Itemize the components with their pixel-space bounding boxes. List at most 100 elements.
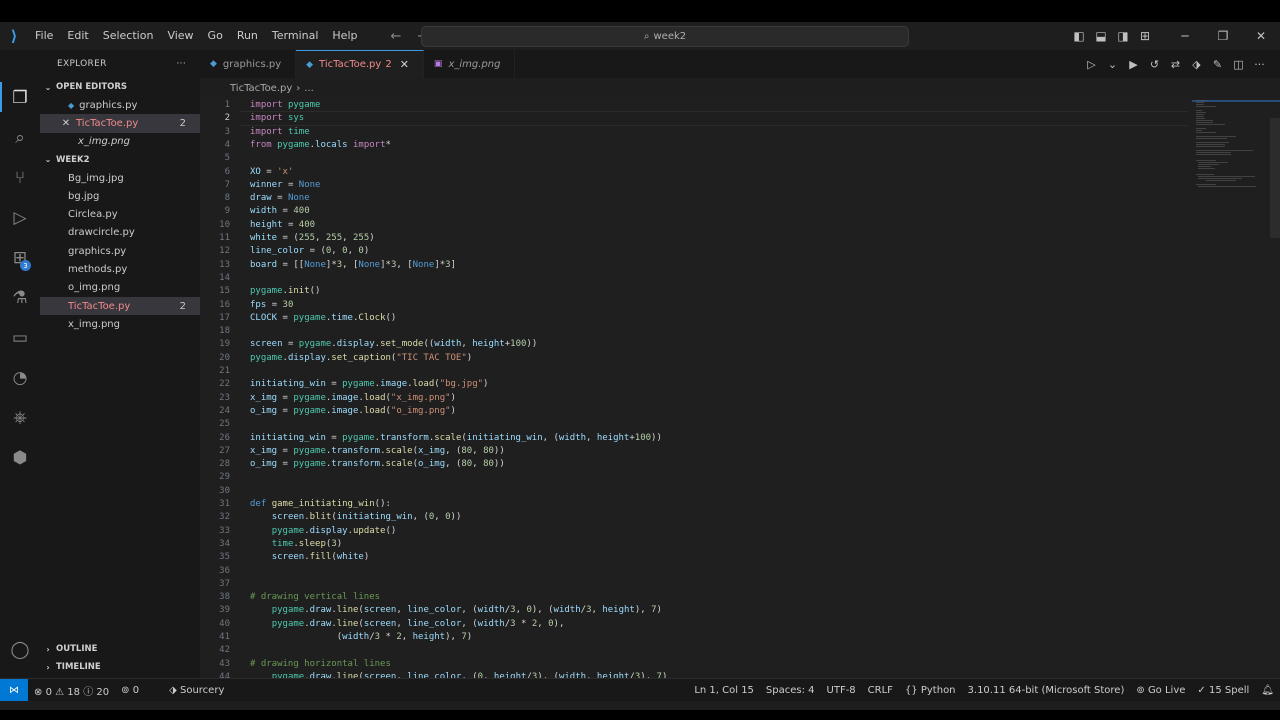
menu-view[interactable]: View <box>160 22 200 50</box>
code-line[interactable]: 3 import time <box>200 126 1180 139</box>
open-editor-item[interactable]: ◆ graphics.py <box>40 96 200 114</box>
code-line[interactable]: 10 height = 400 <box>200 219 1180 232</box>
code-line[interactable]: 43 # drawing horizontal lines <box>200 658 1180 671</box>
code-line[interactable]: 14 <box>200 272 1180 285</box>
file-item[interactable]: bg.jpg <box>40 187 200 205</box>
code-editor[interactable]: 1 import pygame 2 import sys 3 import time 4 fr… <box>200 98 1280 678</box>
code-line[interactable]: 8 draw = None <box>200 192 1180 205</box>
code-line[interactable]: 28 o_img = pygame.transform.scale(o_img, … <box>200 458 1180 471</box>
history-icon[interactable]: ↺ <box>1144 58 1165 71</box>
code-line[interactable]: 22 initiating_win = pygame.image.load("bg… <box>200 378 1180 391</box>
remote-explorer-icon[interactable]: ⎈ <box>8 406 32 430</box>
toggle-primary-sidebar-icon[interactable]: ◧ <box>1068 29 1090 43</box>
code-line[interactable]: 13 board = [[None]*3, [None]*3, [None]*3] <box>200 259 1180 272</box>
customize-layout-icon[interactable]: ⊞ <box>1134 29 1156 43</box>
indentation[interactable]: Spaces: 4 <box>760 685 821 696</box>
folder-icon[interactable]: ▭ <box>8 326 32 350</box>
code-line[interactable]: 16 fps = 30 <box>200 299 1180 312</box>
end-of-line[interactable]: CRLF <box>862 685 899 696</box>
code-line[interactable]: 1 import pygame <box>200 99 1180 112</box>
timeline-icon[interactable]: ◔ <box>8 366 32 390</box>
menu-selection[interactable]: Selection <box>96 22 161 50</box>
back-arrow-icon[interactable]: ← <box>382 29 409 44</box>
file-item[interactable]: graphics.py <box>40 242 200 260</box>
code-line[interactable]: 4 from pygame.locals import* <box>200 139 1180 152</box>
code-line[interactable]: 17 CLOCK = pygame.time.Clock() <box>200 312 1180 325</box>
sourcery-status[interactable]: ⬗ Sourcery <box>163 685 230 696</box>
spell-check[interactable]: ✓ 15 Spell <box>1191 685 1255 696</box>
go-live-button[interactable]: ⊚ Go Live <box>1130 685 1191 696</box>
file-item-active[interactable]: TicTacToe.py 2 <box>40 296 200 316</box>
hexagon-extension-icon[interactable]: ⬢ <box>8 446 32 470</box>
vertical-scrollbar[interactable] <box>1270 118 1280 238</box>
notifications-bell-icon[interactable]: 🔔︎ <box>1255 685 1280 696</box>
pen-icon[interactable]: ✎ <box>1207 58 1228 71</box>
restore-icon[interactable]: ❐ <box>1204 29 1242 43</box>
file-item[interactable]: drawcircle.py <box>40 224 200 242</box>
menu-edit[interactable]: Edit <box>60 22 95 50</box>
file-item[interactable]: x_img.png <box>40 315 200 333</box>
open-editor-item-active[interactable]: ✕ TicTacToe.py 2 <box>40 114 200 133</box>
code-line[interactable]: 19 screen = pygame.display.set_mode((widt… <box>200 338 1180 351</box>
code-line[interactable]: 7 winner = None <box>200 179 1180 192</box>
code-line[interactable]: 26 initiating_win = pygame.transform.scal… <box>200 432 1180 445</box>
account-icon[interactable]: ◯ <box>8 638 32 662</box>
code-line[interactable]: 12 line_color = (0, 0, 0) <box>200 245 1180 258</box>
run-file-icon[interactable]: ▷ <box>1081 58 1102 71</box>
code-line[interactable]: 32 screen.blit(initiating_win, (0, 0)) <box>200 511 1180 524</box>
problems-indicator[interactable]: ⊗ 0 ⚠ 18 ⓘ 20 <box>28 683 115 698</box>
breadcrumb-file[interactable]: TicTacToe.py <box>230 83 292 94</box>
close-icon[interactable]: ✕ <box>400 58 409 71</box>
code-line[interactable]: 39 pygame.draw.line(screen, line_color, … <box>200 604 1180 617</box>
code-line[interactable]: 15 pygame.init() <box>200 285 1180 298</box>
code-line[interactable]: 27 x_img = pygame.transform.scale(x_img, … <box>200 445 1180 458</box>
code-line[interactable]: 21 <box>200 365 1180 378</box>
timeline-section[interactable]: › TIMELINE <box>40 658 200 676</box>
code-line[interactable]: 23 x_img = pygame.image.load("x_img.png") <box>200 392 1180 405</box>
more-actions-icon[interactable]: ··· <box>1249 58 1270 71</box>
sourcery-icon[interactable]: ⬗ <box>1186 58 1207 71</box>
code-line[interactable]: 25 <box>200 418 1180 431</box>
testing-icon[interactable]: ⚗ <box>8 286 32 310</box>
open-editor-item[interactable]: x_img.png <box>40 133 200 151</box>
tab-x-img[interactable]: ▣ x_img.png <box>424 50 516 78</box>
code-line[interactable]: 33 pygame.display.update() <box>200 525 1180 538</box>
minimap[interactable] <box>1192 98 1280 678</box>
code-line[interactable]: 2 import sys <box>200 112 1180 125</box>
run-debug-icon[interactable]: ▷ <box>8 206 32 230</box>
close-icon[interactable]: ✕ <box>60 118 72 129</box>
breadcrumb-more[interactable]: ... <box>304 83 314 94</box>
encoding[interactable]: UTF-8 <box>821 685 862 696</box>
menu-help[interactable]: Help <box>325 22 364 50</box>
code-line[interactable]: 30 <box>200 485 1180 498</box>
open-editors-section[interactable]: ⌄ OPEN EDITORS <box>40 78 200 96</box>
menu-run[interactable]: Run <box>230 22 265 50</box>
search-icon[interactable]: ⌕ <box>8 126 32 150</box>
code-line[interactable]: 42 <box>200 644 1180 657</box>
code-line[interactable]: 31 def game_initiating_win(): <box>200 498 1180 511</box>
code-line[interactable]: 38 # drawing vertical lines <box>200 591 1180 604</box>
source-control-icon[interactable]: ⑂ <box>8 166 32 190</box>
code-line[interactable]: 11 white = (255, 255, 255) <box>200 232 1180 245</box>
language-mode[interactable]: {} Python <box>899 685 962 696</box>
code-line[interactable]: 5 <box>200 152 1180 165</box>
menu-go[interactable]: Go <box>201 22 230 50</box>
file-item[interactable]: Circlea.py <box>40 205 200 223</box>
python-interpreter[interactable]: 3.10.11 64-bit (Microsoft Store) <box>962 685 1131 696</box>
minimize-icon[interactable]: ─ <box>1166 29 1204 43</box>
menu-terminal[interactable]: Terminal <box>265 22 326 50</box>
toggle-secondary-sidebar-icon[interactable]: ◨ <box>1112 29 1134 43</box>
tab-graphics[interactable]: ◆ graphics.py <box>200 50 297 78</box>
ports-indicator[interactable]: ⊚ 0 <box>115 685 145 696</box>
menu-file[interactable]: File <box>28 22 60 50</box>
code-line[interactable]: 40 pygame.draw.line(screen, line_color, … <box>200 618 1180 631</box>
file-item[interactable]: o_img.png <box>40 279 200 297</box>
chevron-down-icon[interactable]: ⌄ <box>1102 58 1123 71</box>
code-line[interactable]: 36 <box>200 565 1180 578</box>
remote-indicator-icon[interactable]: ⋈ <box>0 679 28 701</box>
code-line[interactable]: 44 pygame.draw.line(screen, line_color, … <box>200 671 1180 678</box>
split-editor-icon[interactable]: ◫ <box>1228 58 1249 71</box>
outline-section[interactable]: › OUTLINE <box>40 640 200 658</box>
code-line[interactable]: 9 width = 400 <box>200 205 1180 218</box>
code-line[interactable]: 41 (width/3 * 2, height), 7) <box>200 631 1180 644</box>
